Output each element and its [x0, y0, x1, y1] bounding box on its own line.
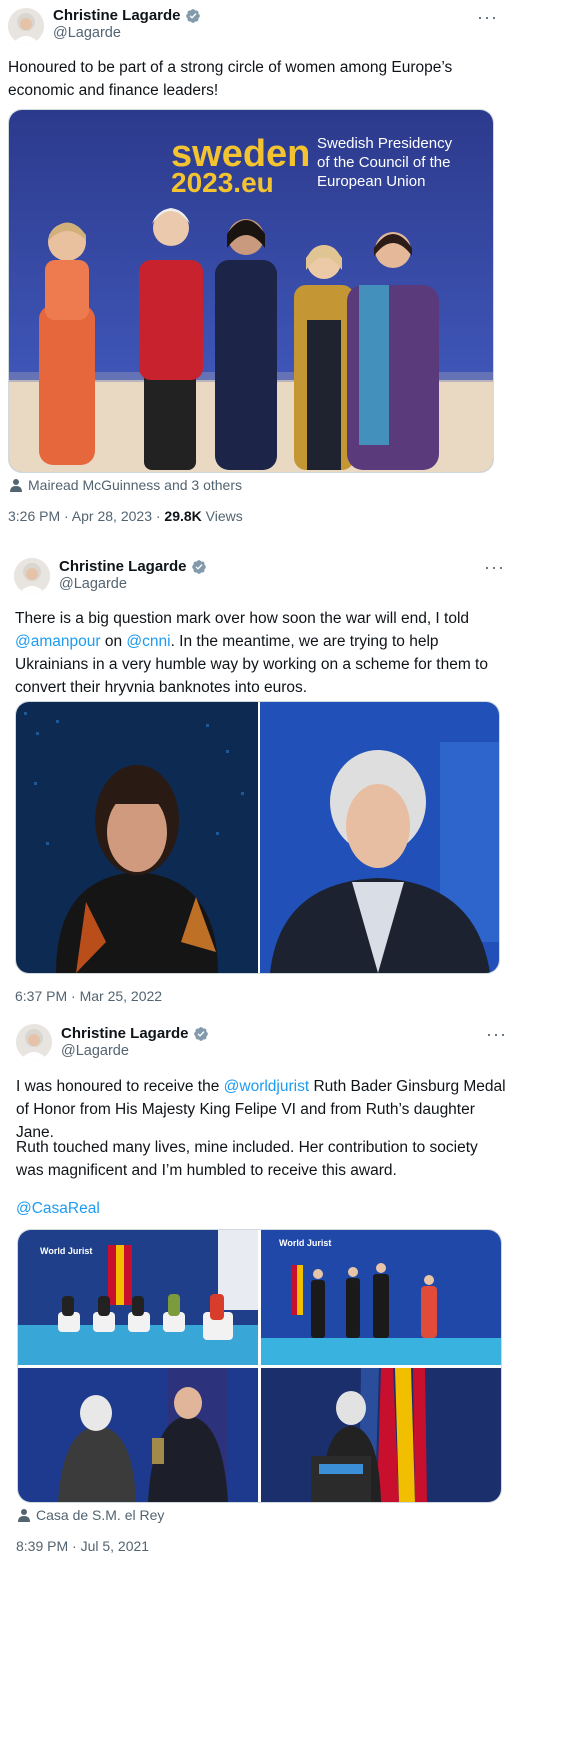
author-name[interactable]: Christine Lagarde: [59, 558, 187, 575]
world-jurist-logo-text: World Jurist: [40, 1246, 92, 1256]
photo-stage-panel[interactable]: World Jurist: [18, 1230, 258, 1365]
author-handle[interactable]: @Lagarde: [59, 576, 127, 592]
tweet-timestamp[interactable]: 3:26 PM · Apr 28, 2023 · 29.8K Views: [8, 508, 243, 524]
tweet-photo-grid: [15, 701, 500, 974]
tweet-timestamp[interactable]: 6:37 PM · Mar 25, 2022: [15, 988, 162, 1004]
author-name[interactable]: Christine Lagarde: [53, 7, 181, 24]
photo-lagarde[interactable]: [260, 702, 499, 973]
text-part: on: [100, 633, 127, 650]
banner-text-3: European Union: [317, 173, 425, 190]
photo-amanpour[interactable]: [16, 702, 258, 973]
world-jurist-logo-text: World Jurist: [279, 1238, 331, 1248]
tweet-timestamp[interactable]: 8:39 PM · Jul 5, 2021: [16, 1538, 149, 1554]
verified-icon: [191, 559, 206, 574]
tagged-people-link[interactable]: Mairead McGuinness and 3 others: [28, 477, 242, 493]
tweet-text: I was honoured to receive the @worldjuri…: [16, 1075, 506, 1144]
author-avatar[interactable]: [16, 1024, 52, 1060]
banner-text-2: of the Council of the: [317, 154, 450, 171]
verified-icon: [193, 1026, 208, 1041]
text-part: There is a big question mark over how so…: [15, 610, 470, 627]
tweet-photo-grid: World Jurist World Jurist: [17, 1229, 502, 1503]
banner-logo-line2: 2023.eu: [171, 167, 274, 198]
author-avatar[interactable]: [14, 558, 50, 594]
views-count: 29.8K: [164, 508, 202, 524]
tweet-3: Christine Lagarde @Lagarde ··· I was hon…: [0, 1014, 585, 1747]
photo-medal-presentation[interactable]: [18, 1368, 258, 1502]
author-handle[interactable]: @Lagarde: [53, 25, 121, 41]
mention-amanpour[interactable]: @amanpour: [15, 633, 101, 650]
mention-worldjurist[interactable]: @worldjurist: [224, 1078, 310, 1095]
verified-icon: [185, 8, 200, 23]
photo-lagarde-podium[interactable]: [261, 1368, 501, 1502]
photo-stage-standing[interactable]: World Jurist: [261, 1230, 501, 1365]
person-icon: [18, 1509, 30, 1522]
author-handle[interactable]: @Lagarde: [61, 1043, 129, 1059]
tweet-text: Honoured to be part of a strong circle o…: [8, 59, 453, 99]
tweet-2: Christine Lagarde @Lagarde ··· There is …: [0, 548, 585, 1008]
timestamp-text[interactable]: 3:26 PM · Apr 28, 2023 ·: [8, 508, 164, 524]
author-name[interactable]: Christine Lagarde: [61, 1025, 189, 1042]
tweet-photo[interactable]: sweden 2023.eu Swedish Presidency of the…: [8, 109, 494, 473]
more-options-button[interactable]: ···: [486, 1025, 507, 1043]
views-label: Views: [201, 508, 243, 524]
tweet-text-paragraph-2: Ruth touched many lives, mine included. …: [16, 1139, 478, 1179]
more-options-button[interactable]: ···: [484, 558, 505, 576]
tagged-people-link[interactable]: Casa de S.M. el Rey: [36, 1507, 164, 1523]
tweet-text: There is a big question mark over how so…: [15, 607, 503, 699]
tweet-1: Christine Lagarde @Lagarde ··· Honoured …: [0, 0, 585, 600]
more-options-button[interactable]: ···: [477, 8, 498, 26]
mention-cnni[interactable]: @cnni: [126, 633, 170, 650]
author-avatar[interactable]: [8, 8, 44, 44]
mention-casareal[interactable]: @CasaReal: [16, 1197, 100, 1220]
person-icon: [10, 479, 22, 492]
text-part: I was honoured to receive the: [16, 1078, 224, 1095]
banner-text-1: Swedish Presidency: [317, 135, 453, 152]
